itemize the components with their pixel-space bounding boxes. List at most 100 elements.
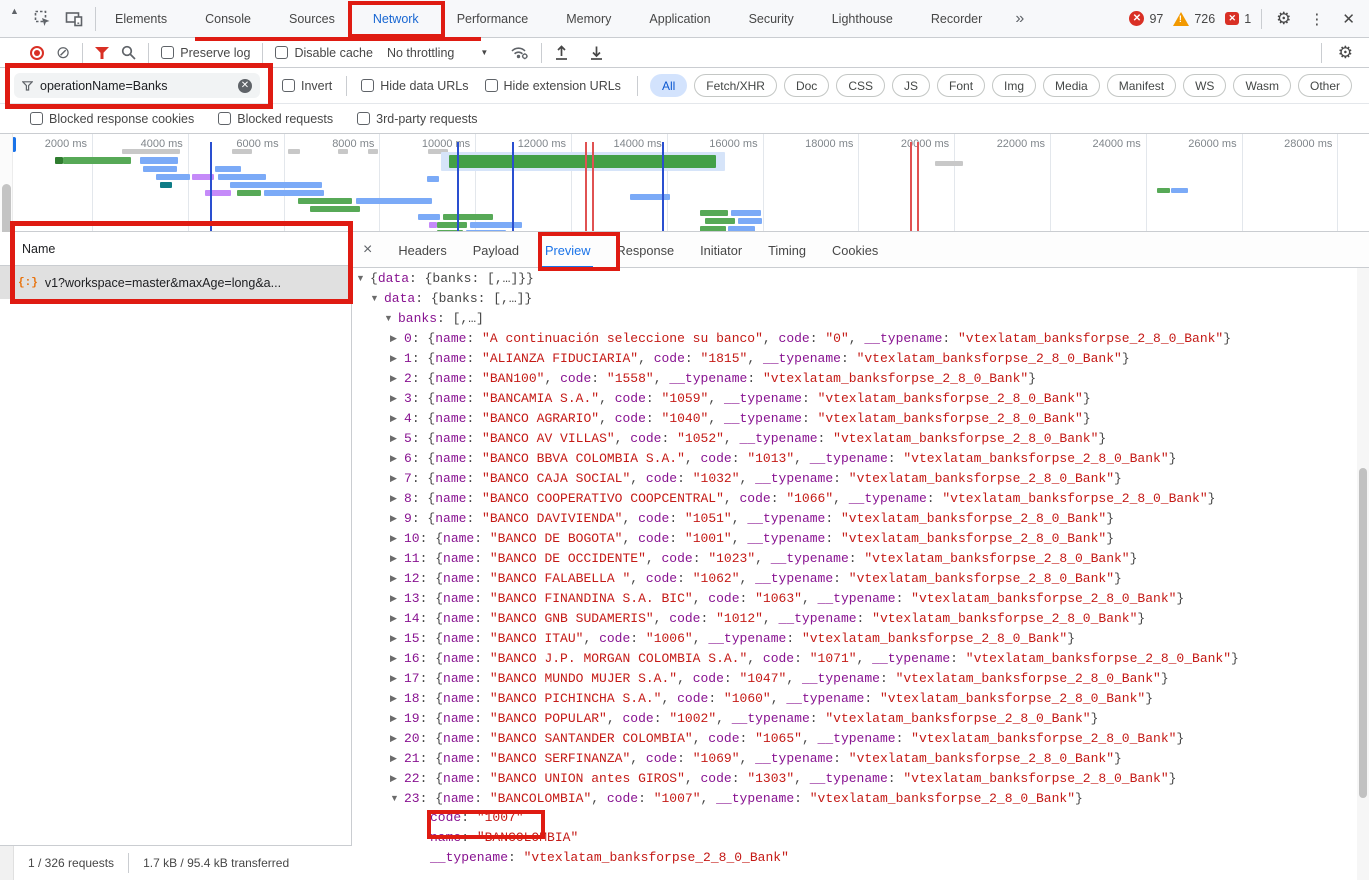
tree-caret-collapsed[interactable]: ▶ xyxy=(390,548,404,568)
tree-bank-item-4[interactable]: ▶4: {name: "BANCO AGRARIO", code: "1040"… xyxy=(352,408,1369,428)
tab-application[interactable]: Application xyxy=(630,0,729,38)
clear-network-log-icon[interactable]: ⊘ xyxy=(56,44,70,61)
tree-caret-collapsed[interactable]: ▶ xyxy=(390,508,404,528)
tree-caret-collapsed[interactable]: ▶ xyxy=(390,388,404,408)
blocked-response-cookies-checkbox[interactable]: Blocked response cookies xyxy=(30,112,194,126)
tree-caret-expanded[interactable]: ▼ xyxy=(356,268,370,288)
preview-scrollbar-thumb[interactable] xyxy=(1359,468,1367,798)
hide-extension-urls-checkbox[interactable]: Hide extension URLs xyxy=(485,79,621,93)
tree-root-node[interactable]: ▼{data: {banks: [,…]}} xyxy=(352,268,1369,288)
network-settings-gear-icon[interactable]: ⚙ xyxy=(1334,43,1357,63)
hide-data-urls-checkbox[interactable]: Hide data URLs xyxy=(361,79,468,93)
tree-caret-collapsed[interactable]: ▶ xyxy=(390,768,404,788)
search-icon[interactable] xyxy=(121,45,136,60)
export-har-icon[interactable] xyxy=(589,45,604,61)
name-column-header[interactable]: Name xyxy=(0,232,351,266)
tree-banks-node[interactable]: ▼banks: [,…] xyxy=(352,308,1369,328)
tab-lighthouse[interactable]: Lighthouse xyxy=(813,0,912,38)
tree-bank-item-10[interactable]: ▶10: {name: "BANCO DE BOGOTA", code: "10… xyxy=(352,528,1369,548)
tree-bank-item-2[interactable]: ▶2: {name: "BAN100", code: "1558", __typ… xyxy=(352,368,1369,388)
close-detail-icon[interactable]: × xyxy=(352,241,385,259)
tree-caret-collapsed[interactable]: ▶ xyxy=(390,688,404,708)
tree-caret-collapsed[interactable]: ▶ xyxy=(390,328,404,348)
tab-console[interactable]: Console xyxy=(186,0,270,38)
tab-security[interactable]: Security xyxy=(730,0,813,38)
close-devtools-icon[interactable]: ✕ xyxy=(1338,10,1359,28)
chip-fetch-xhr[interactable]: Fetch/XHR xyxy=(694,74,777,97)
tree-bank-item-7[interactable]: ▶7: {name: "BANCO CAJA SOCIAL", code: "1… xyxy=(352,468,1369,488)
tree-caret-collapsed[interactable]: ▶ xyxy=(390,368,404,388)
invert-checkbox[interactable]: Invert xyxy=(282,79,332,93)
tree-caret-collapsed[interactable]: ▶ xyxy=(390,588,404,608)
chip-media[interactable]: Media xyxy=(1043,74,1100,97)
network-conditions-icon[interactable] xyxy=(510,45,529,60)
tree-bank-item-15[interactable]: ▶15: {name: "BANCO ITAU", code: "1006", … xyxy=(352,628,1369,648)
tree-caret-collapsed[interactable]: ▶ xyxy=(390,428,404,448)
tab-performance[interactable]: Performance xyxy=(438,0,548,38)
preserve-log-checkbox[interactable]: Preserve log xyxy=(161,46,250,60)
tree-caret-collapsed[interactable]: ▶ xyxy=(390,608,404,628)
tree-bank-item-19[interactable]: ▶19: {name: "BANCO POPULAR", code: "1002… xyxy=(352,708,1369,728)
tree-bank-item-6[interactable]: ▶6: {name: "BANCO BBVA COLOMBIA S.A.", c… xyxy=(352,448,1369,468)
tree-bank-item-21[interactable]: ▶21: {name: "BANCO SERFINANZA", code: "1… xyxy=(352,748,1369,768)
tree-caret-collapsed[interactable]: ▶ xyxy=(390,468,404,488)
chip-all[interactable]: All xyxy=(650,74,687,97)
chip-css[interactable]: CSS xyxy=(836,74,885,97)
detail-tab-initiator[interactable]: Initiator xyxy=(687,232,755,268)
settings-gear-icon[interactable]: ⚙ xyxy=(1272,9,1295,29)
tree-bank-item-13[interactable]: ▶13: {name: "BANCO FINANDINA S.A. BIC", … xyxy=(352,588,1369,608)
issues-badge[interactable]: ✕ 1 xyxy=(1225,12,1251,26)
tab-elements[interactable]: Elements xyxy=(96,0,186,38)
chip-other[interactable]: Other xyxy=(1298,74,1352,97)
tab-memory[interactable]: Memory xyxy=(547,0,630,38)
record-network-log-button[interactable] xyxy=(30,46,44,60)
detail-tab-preview[interactable]: Preview xyxy=(532,232,604,268)
tree-bank-item-9[interactable]: ▶9: {name: "BANCO DAVIVIENDA", code: "10… xyxy=(352,508,1369,528)
tree-bank-item-23[interactable]: ▼23: {name: "BANCOLOMBIA", code: "1007",… xyxy=(352,788,1369,808)
tree-bank-item-0[interactable]: ▶0: {name: "A continuación seleccione su… xyxy=(352,328,1369,348)
blocked-requests-checkbox[interactable]: Blocked requests xyxy=(218,112,333,126)
filter-input[interactable]: operationName=Banks ✕ xyxy=(14,73,260,98)
tree-bank-item-22[interactable]: ▶22: {name: "BANCO UNION antes GIROS", c… xyxy=(352,768,1369,788)
tree-bank-item-12[interactable]: ▶12: {name: "BANCO FALABELLA ", code: "1… xyxy=(352,568,1369,588)
clear-filter-icon[interactable]: ✕ xyxy=(238,79,252,93)
chip-doc[interactable]: Doc xyxy=(784,74,829,97)
chip-wasm[interactable]: Wasm xyxy=(1233,74,1291,97)
chip-img[interactable]: Img xyxy=(992,74,1036,97)
tab-network[interactable]: Network xyxy=(354,0,438,38)
tree-bank-item-11[interactable]: ▶11: {name: "BANCO DE OCCIDENTE", code: … xyxy=(352,548,1369,568)
import-har-icon[interactable] xyxy=(554,45,569,61)
tree-bank-item-8[interactable]: ▶8: {name: "BANCO COOPERATIVO COOPCENTRA… xyxy=(352,488,1369,508)
tree-caret-expanded[interactable]: ▼ xyxy=(384,308,398,328)
more-tabs-icon[interactable]: » xyxy=(1001,10,1038,28)
tree-bank-item-3[interactable]: ▶3: {name: "BANCAMIA S.A.", code: "1059"… xyxy=(352,388,1369,408)
tree-caret-collapsed[interactable]: ▶ xyxy=(390,488,404,508)
filter-toggle-icon[interactable] xyxy=(95,47,109,59)
detail-tab-cookies[interactable]: Cookies xyxy=(819,232,891,268)
tree-caret-collapsed[interactable]: ▶ xyxy=(390,448,404,468)
scroll-up-icon[interactable]: ▲ xyxy=(10,6,19,16)
tree-data-node[interactable]: ▼data: {banks: [,…]} xyxy=(352,288,1369,308)
tree-caret-collapsed[interactable]: ▶ xyxy=(390,708,404,728)
tree-bank-item-16[interactable]: ▶16: {name: "BANCO J.P. MORGAN COLOMBIA … xyxy=(352,648,1369,668)
detail-tab-timing[interactable]: Timing xyxy=(755,232,819,268)
tree-caret-collapsed[interactable]: ▶ xyxy=(390,408,404,428)
errors-badge[interactable]: ✕ 97 xyxy=(1129,11,1163,26)
tree-caret-collapsed[interactable]: ▶ xyxy=(390,348,404,368)
inspect-element-icon[interactable] xyxy=(34,10,51,27)
tree-caret-collapsed[interactable]: ▶ xyxy=(390,748,404,768)
throttling-select[interactable]: No throttling xyxy=(387,46,454,60)
chip-ws[interactable]: WS xyxy=(1183,74,1226,97)
tab-recorder[interactable]: Recorder xyxy=(912,0,1001,38)
tree-caret-expanded[interactable]: ▼ xyxy=(370,288,384,308)
tree-caret-collapsed[interactable]: ▶ xyxy=(390,628,404,648)
tree-bank-item-18[interactable]: ▶18: {name: "BANCO PICHINCHA S.A.", code… xyxy=(352,688,1369,708)
tree-caret-collapsed[interactable]: ▶ xyxy=(390,728,404,748)
throttling-caret-icon[interactable]: ▼ xyxy=(480,48,488,57)
3rd-party-requests-checkbox[interactable]: 3rd-party requests xyxy=(357,112,477,126)
network-overview-timeline[interactable]: 2000 ms4000 ms6000 ms8000 ms10000 ms1200… xyxy=(0,134,1369,232)
detail-tab-payload[interactable]: Payload xyxy=(460,232,532,268)
tree-bank-item-17[interactable]: ▶17: {name: "BANCO MUNDO MUJER S.A.", co… xyxy=(352,668,1369,688)
tree-caret-collapsed[interactable]: ▶ xyxy=(390,668,404,688)
detail-tab-response[interactable]: Response xyxy=(603,232,687,268)
